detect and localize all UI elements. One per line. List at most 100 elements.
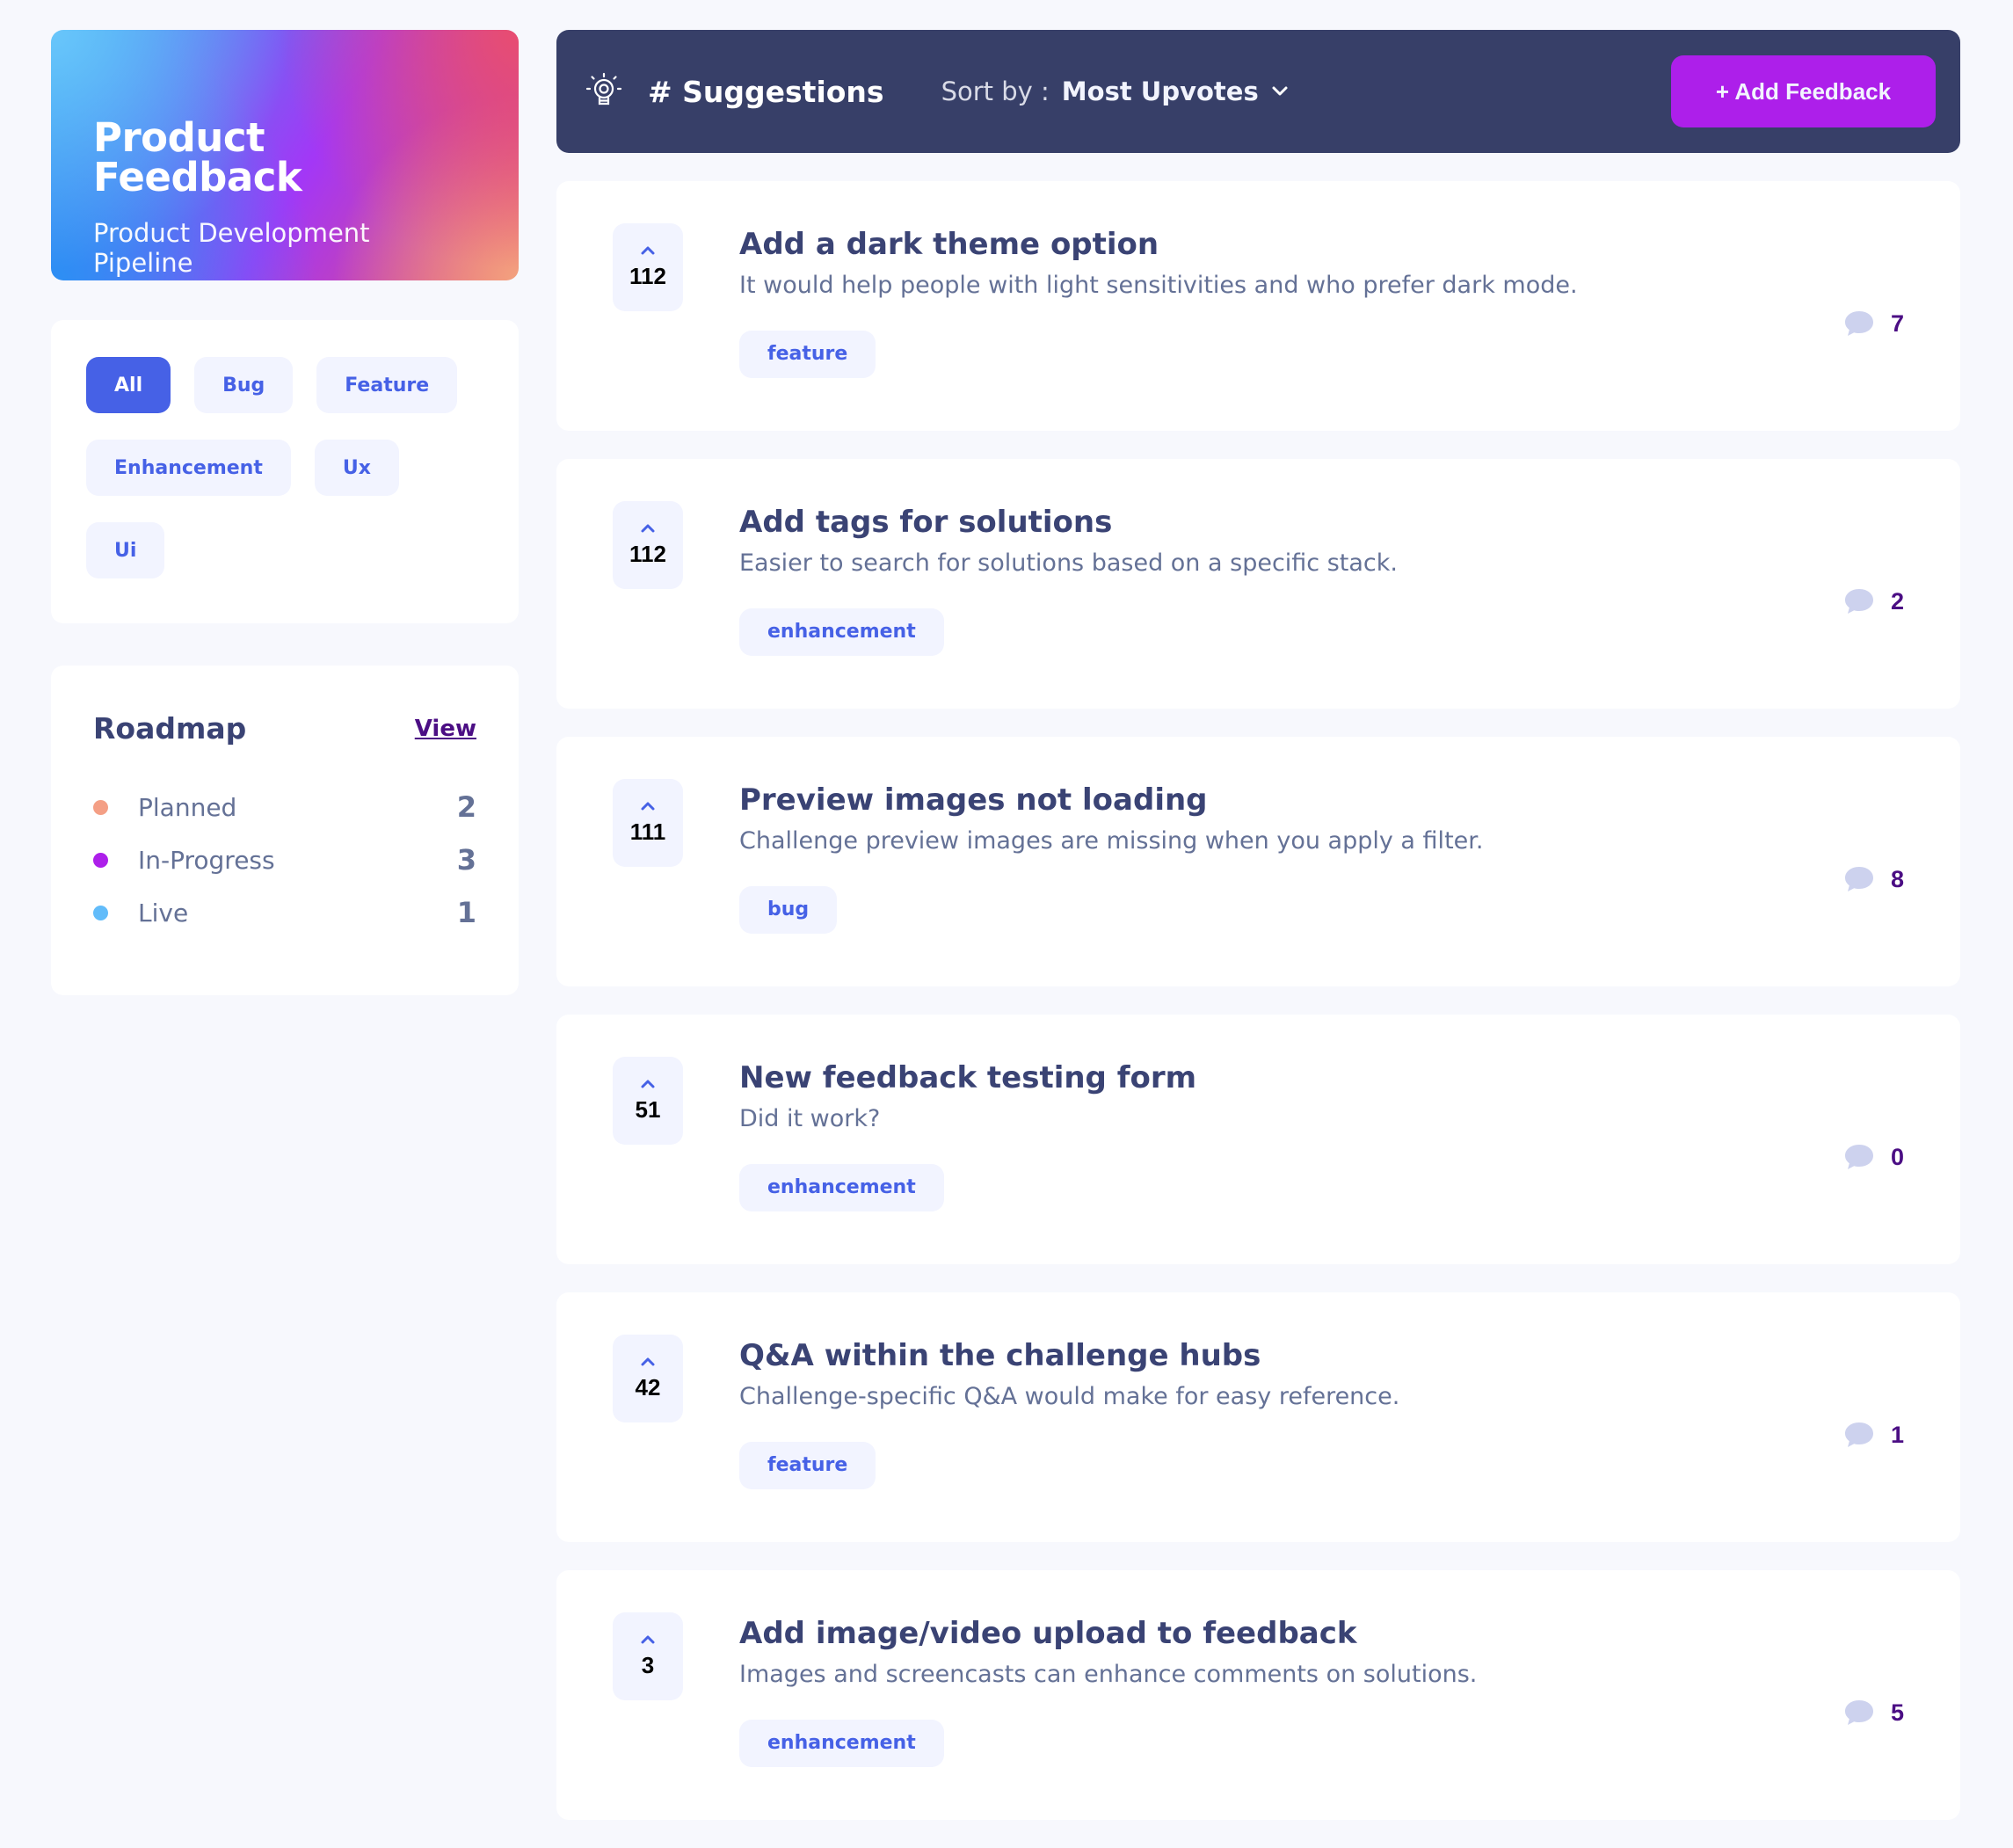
feedback-tag: enhancement	[739, 1719, 944, 1767]
feedback-list: 112 Add a dark theme option It would hel…	[556, 181, 1960, 1820]
filter-chip-ux[interactable]: Ux	[314, 440, 399, 496]
feedback-tag: feature	[739, 330, 876, 378]
feedback-card[interactable]: 112 Add tags for solutions Easier to sea…	[556, 459, 1960, 709]
upvote-button[interactable]: 51	[613, 1057, 683, 1145]
chevron-up-icon	[641, 1635, 655, 1643]
roadmap-item-label: Planned	[138, 792, 237, 822]
roadmap-item-planned: Planned 2	[93, 781, 476, 833]
roadmap-item-count: 2	[456, 790, 476, 824]
upvote-button[interactable]: 111	[613, 779, 683, 867]
filter-chip-bug[interactable]: Bug	[194, 357, 294, 413]
feedback-tag: enhancement	[739, 608, 944, 656]
roadmap-item-in-progress: In-Progress 3	[93, 833, 476, 886]
sort-value: Most Upvotes	[1061, 76, 1259, 106]
chevron-down-icon	[1272, 86, 1288, 96]
filter-chip-all[interactable]: All	[86, 357, 171, 413]
bulb-icon	[585, 72, 622, 105]
comment-count-value: 2	[1890, 587, 1904, 615]
feedback-description: Easier to search for solutions based on …	[739, 549, 1398, 577]
comment-count-value: 1	[1890, 1421, 1904, 1448]
sort-dropdown[interactable]: Most Upvotes	[1062, 76, 1289, 106]
feedback-title[interactable]: New feedback testing form	[739, 1060, 1784, 1096]
comment-icon	[1844, 311, 1873, 336]
feedback-card[interactable]: 42 Q&A within the challenge hubs Challen…	[556, 1292, 1960, 1542]
comment-count: 2	[1843, 587, 1904, 615]
chevron-up-icon	[641, 1080, 655, 1088]
filter-chip-ui[interactable]: Ui	[86, 522, 165, 578]
filter-chip-enhancement[interactable]: Enhancement	[86, 440, 291, 496]
roadmap-item-count: 1	[456, 896, 476, 929]
feedback-body: Q&A within the challenge hubs Challenge-…	[739, 1338, 1784, 1489]
brand-card: Product Feedback Product Development Pip…	[51, 30, 519, 280]
chevron-up-icon	[641, 802, 655, 810]
feedback-description: It would help people with light sensitiv…	[739, 271, 1578, 299]
roadmap-panel: Roadmap View Planned 2 In-Progress 3 Liv…	[51, 666, 519, 995]
roadmap-list: Planned 2 In-Progress 3 Live 1	[93, 781, 476, 939]
brand-title: Product Feedback	[93, 114, 302, 200]
comment-icon	[1844, 867, 1873, 891]
feedback-body: Add image/video upload to feedback Image…	[739, 1616, 1784, 1767]
status-dot-live	[93, 905, 108, 920]
upvote-button[interactable]: 112	[613, 501, 683, 589]
roadmap-item-live: Live 1	[93, 886, 476, 939]
sidebar: Product Feedback Product Development Pip…	[51, 30, 519, 995]
comment-count: 1	[1843, 1421, 1904, 1449]
upvote-count: 111	[629, 818, 666, 845]
feedback-tag: enhancement	[739, 1163, 944, 1211]
feedback-description: Did it work?	[739, 1104, 881, 1132]
upvote-count: 3	[641, 1651, 655, 1678]
feedback-body: Add a dark theme option It would help pe…	[739, 227, 1784, 378]
comment-count: 8	[1843, 865, 1904, 893]
upvote-count: 51	[635, 1095, 661, 1123]
feedback-description: Images and screencasts can enhance comme…	[739, 1660, 1478, 1688]
feedback-title[interactable]: Add a dark theme option	[739, 227, 1784, 263]
comment-icon	[1844, 1145, 1873, 1169]
status-dot-planned	[93, 799, 108, 815]
feedback-title[interactable]: Q&A within the challenge hubs	[739, 1338, 1784, 1374]
comment-icon	[1844, 1422, 1873, 1447]
add-feedback-button[interactable]: + Add Feedback	[1671, 55, 1936, 127]
comment-icon	[1844, 589, 1873, 614]
roadmap-header: Roadmap View	[93, 711, 476, 746]
feedback-card[interactable]: 51 New feedback testing form Did it work…	[556, 1015, 1960, 1264]
feedback-card[interactable]: 111 Preview images not loading Challenge…	[556, 737, 1960, 986]
feedback-description: Challenge-specific Q&A would make for ea…	[739, 1382, 1400, 1410]
main-content: # Suggestions Sort by : Most Upvotes + A…	[556, 30, 1960, 1848]
status-dot-in-progress	[93, 852, 108, 868]
roadmap-item-label: Live	[138, 898, 189, 928]
upvote-button[interactable]: 3	[613, 1612, 683, 1700]
filter-panel: All Bug Feature Enhancement Ux Ui	[51, 320, 519, 623]
upvote-count: 112	[629, 540, 666, 567]
feedback-card[interactable]: 3 Add image/video upload to feedback Ima…	[556, 1570, 1960, 1820]
feedback-tag: bug	[739, 885, 838, 934]
feedback-title[interactable]: Add image/video upload to feedback	[739, 1616, 1784, 1652]
comment-icon	[1844, 1700, 1873, 1725]
comment-count-value: 5	[1890, 1699, 1904, 1726]
sort-label: Sort by :	[941, 76, 1050, 106]
feedback-tag: feature	[739, 1441, 876, 1489]
chevron-up-icon	[641, 1357, 655, 1365]
upvote-count: 42	[635, 1373, 661, 1401]
chevron-up-icon	[641, 524, 655, 532]
feedback-title[interactable]: Add tags for solutions	[739, 505, 1784, 541]
comment-count: 7	[1843, 309, 1904, 338]
roadmap-view-link[interactable]: View	[415, 716, 476, 742]
roadmap-title: Roadmap	[93, 711, 247, 746]
feedback-body: Preview images not loading Challenge pre…	[739, 782, 1784, 934]
suggestions-toolbar: # Suggestions Sort by : Most Upvotes + A…	[556, 30, 1960, 153]
upvote-count: 112	[629, 262, 666, 289]
comment-count-value: 0	[1890, 1143, 1904, 1170]
upvote-button[interactable]: 112	[613, 223, 683, 311]
feedback-body: Add tags for solutions Easier to search …	[739, 505, 1784, 656]
chevron-up-icon	[641, 246, 655, 254]
filter-chip-feature[interactable]: Feature	[316, 357, 458, 413]
feedback-title[interactable]: Preview images not loading	[739, 782, 1784, 819]
feedback-description: Challenge preview images are missing whe…	[739, 826, 1484, 855]
upvote-button[interactable]: 42	[613, 1335, 683, 1422]
feedback-card[interactable]: 112 Add a dark theme option It would hel…	[556, 181, 1960, 431]
feedback-body: New feedback testing form Did it work? e…	[739, 1060, 1784, 1211]
brand-subtitle: Product Development Pipeline	[93, 218, 370, 278]
comment-count-value: 8	[1890, 865, 1904, 892]
suggestions-title: # Suggestions	[648, 74, 884, 109]
comment-count-value: 7	[1890, 309, 1904, 337]
